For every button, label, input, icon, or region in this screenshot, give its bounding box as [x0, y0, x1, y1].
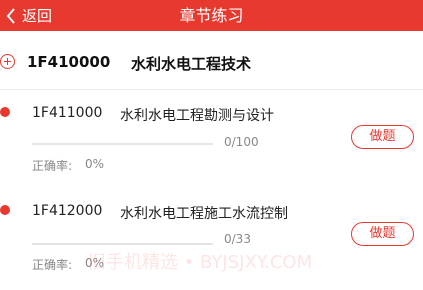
progress-bar [32, 243, 213, 245]
back-button[interactable]: 返回 [6, 0, 52, 31]
chapter-code: 1F412000 [32, 203, 103, 219]
practice-button[interactable]: 做题 [351, 125, 414, 149]
accuracy-label: 正确率: [32, 159, 73, 173]
chapter-item: 1F411000 水利水电工程勘测与设计 0/100 正确率: 0% 做题 [0, 90, 423, 190]
circle-plus-icon[interactable] [0, 54, 15, 69]
chevron-left-icon [6, 7, 15, 24]
chapter-code: 1F411000 [32, 105, 103, 121]
chapter-item: 1F412000 水利水电工程施工水流控制 0/33 正确率: 0% 做题 [0, 190, 423, 290]
red-dot-icon [0, 205, 10, 215]
progress-text: 0/33 [224, 232, 251, 246]
chapter-name: 水利水电工程勘测与设计 [120, 108, 274, 124]
practice-button[interactable]: 做题 [351, 222, 414, 246]
progress-text: 0/100 [224, 135, 259, 149]
progress-bar [32, 143, 213, 145]
group-code: 1F410000 [27, 53, 111, 71]
page-title: 章节练习 [179, 6, 244, 25]
top-bar: 返回 章节练习 [0, 0, 423, 31]
group-name: 水利水电工程技术 [131, 55, 252, 73]
back-label: 返回 [22, 7, 53, 25]
accuracy-label: 正确率: [32, 258, 73, 272]
accuracy-value: 0% [85, 256, 105, 270]
red-dot-icon [0, 107, 10, 117]
chapter-name: 水利水电工程施工水流控制 [120, 206, 288, 222]
accuracy-value: 0% [85, 157, 105, 171]
